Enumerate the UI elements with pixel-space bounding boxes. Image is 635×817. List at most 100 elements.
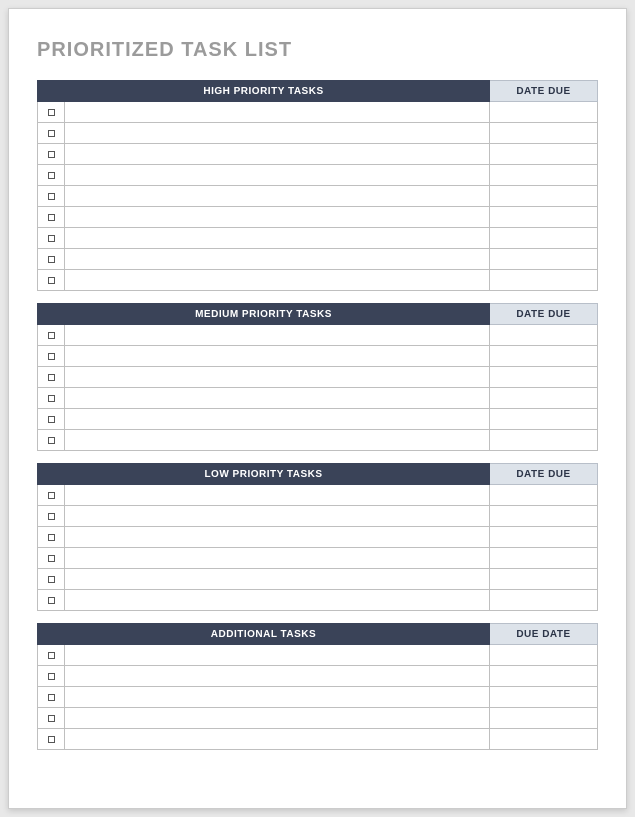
checkbox-icon [48,555,55,562]
checkbox-cell[interactable] [37,165,65,186]
checkbox-cell[interactable] [37,645,65,666]
task-cell[interactable] [65,590,490,611]
task-cell[interactable] [65,165,490,186]
checkbox-icon [48,492,55,499]
date-cell[interactable] [490,123,598,144]
checkbox-cell[interactable] [37,388,65,409]
task-cell[interactable] [65,123,490,144]
date-cell[interactable] [490,409,598,430]
date-cell[interactable] [490,144,598,165]
date-cell[interactable] [490,228,598,249]
date-cell[interactable] [490,388,598,409]
section-medium-priority: MEDIUM PRIORITY TASKS DATE DUE [37,303,598,451]
checkbox-cell[interactable] [37,506,65,527]
table-row [37,506,598,527]
checkbox-cell[interactable] [37,666,65,687]
header-tasks-label: LOW PRIORITY TASKS [37,463,490,485]
date-cell[interactable] [490,729,598,750]
table-row [37,165,598,186]
task-cell[interactable] [65,645,490,666]
page: PRIORITIZED TASK LIST HIGH PRIORITY TASK… [8,8,627,809]
task-cell[interactable] [65,270,490,291]
section-high-priority: HIGH PRIORITY TASKS DATE DUE [37,80,598,291]
date-cell[interactable] [490,548,598,569]
task-cell[interactable] [65,548,490,569]
task-cell[interactable] [65,485,490,506]
table-row [37,123,598,144]
date-cell[interactable] [490,270,598,291]
task-cell[interactable] [65,346,490,367]
date-cell[interactable] [490,527,598,548]
task-cell[interactable] [65,144,490,165]
checkbox-cell[interactable] [37,346,65,367]
header-date-label: DATE DUE [490,303,598,325]
checkbox-cell[interactable] [37,430,65,451]
checkbox-cell[interactable] [37,325,65,346]
table-row [37,102,598,123]
task-cell[interactable] [65,430,490,451]
date-cell[interactable] [490,102,598,123]
checkbox-cell[interactable] [37,527,65,548]
task-cell[interactable] [65,569,490,590]
task-cell[interactable] [65,228,490,249]
date-cell[interactable] [490,485,598,506]
checkbox-cell[interactable] [37,249,65,270]
date-cell[interactable] [490,666,598,687]
task-cell[interactable] [65,207,490,228]
table-row [37,666,598,687]
table-row [37,367,598,388]
date-cell[interactable] [490,325,598,346]
checkbox-cell[interactable] [37,123,65,144]
checkbox-icon [48,109,55,116]
task-cell[interactable] [65,409,490,430]
date-cell[interactable] [490,207,598,228]
task-cell[interactable] [65,325,490,346]
task-cell[interactable] [65,388,490,409]
checkbox-cell[interactable] [37,367,65,388]
task-cell[interactable] [65,729,490,750]
date-cell[interactable] [490,165,598,186]
checkbox-cell[interactable] [37,102,65,123]
task-cell[interactable] [65,506,490,527]
date-cell[interactable] [490,590,598,611]
checkbox-icon [48,151,55,158]
checkbox-cell[interactable] [37,548,65,569]
checkbox-cell[interactable] [37,569,65,590]
checkbox-cell[interactable] [37,708,65,729]
date-cell[interactable] [490,186,598,207]
date-cell[interactable] [490,708,598,729]
table-row [37,645,598,666]
table-row [37,569,598,590]
checkbox-cell[interactable] [37,144,65,165]
date-cell[interactable] [490,430,598,451]
checkbox-cell[interactable] [37,228,65,249]
checkbox-cell[interactable] [37,687,65,708]
task-cell[interactable] [65,527,490,548]
task-cell[interactable] [65,666,490,687]
checkbox-cell[interactable] [37,270,65,291]
task-cell[interactable] [65,367,490,388]
table-row [37,729,598,750]
checkbox-icon [48,256,55,263]
checkbox-cell[interactable] [37,207,65,228]
date-cell[interactable] [490,645,598,666]
checkbox-icon [48,694,55,701]
date-cell[interactable] [490,367,598,388]
date-cell[interactable] [490,346,598,367]
task-cell[interactable] [65,708,490,729]
date-cell[interactable] [490,249,598,270]
table-row [37,186,598,207]
checkbox-cell[interactable] [37,590,65,611]
task-cell[interactable] [65,102,490,123]
task-cell[interactable] [65,249,490,270]
table-row [37,548,598,569]
checkbox-cell[interactable] [37,186,65,207]
task-cell[interactable] [65,186,490,207]
checkbox-cell[interactable] [37,729,65,750]
task-cell[interactable] [65,687,490,708]
date-cell[interactable] [490,687,598,708]
date-cell[interactable] [490,506,598,527]
date-cell[interactable] [490,569,598,590]
checkbox-cell[interactable] [37,409,65,430]
checkbox-cell[interactable] [37,485,65,506]
